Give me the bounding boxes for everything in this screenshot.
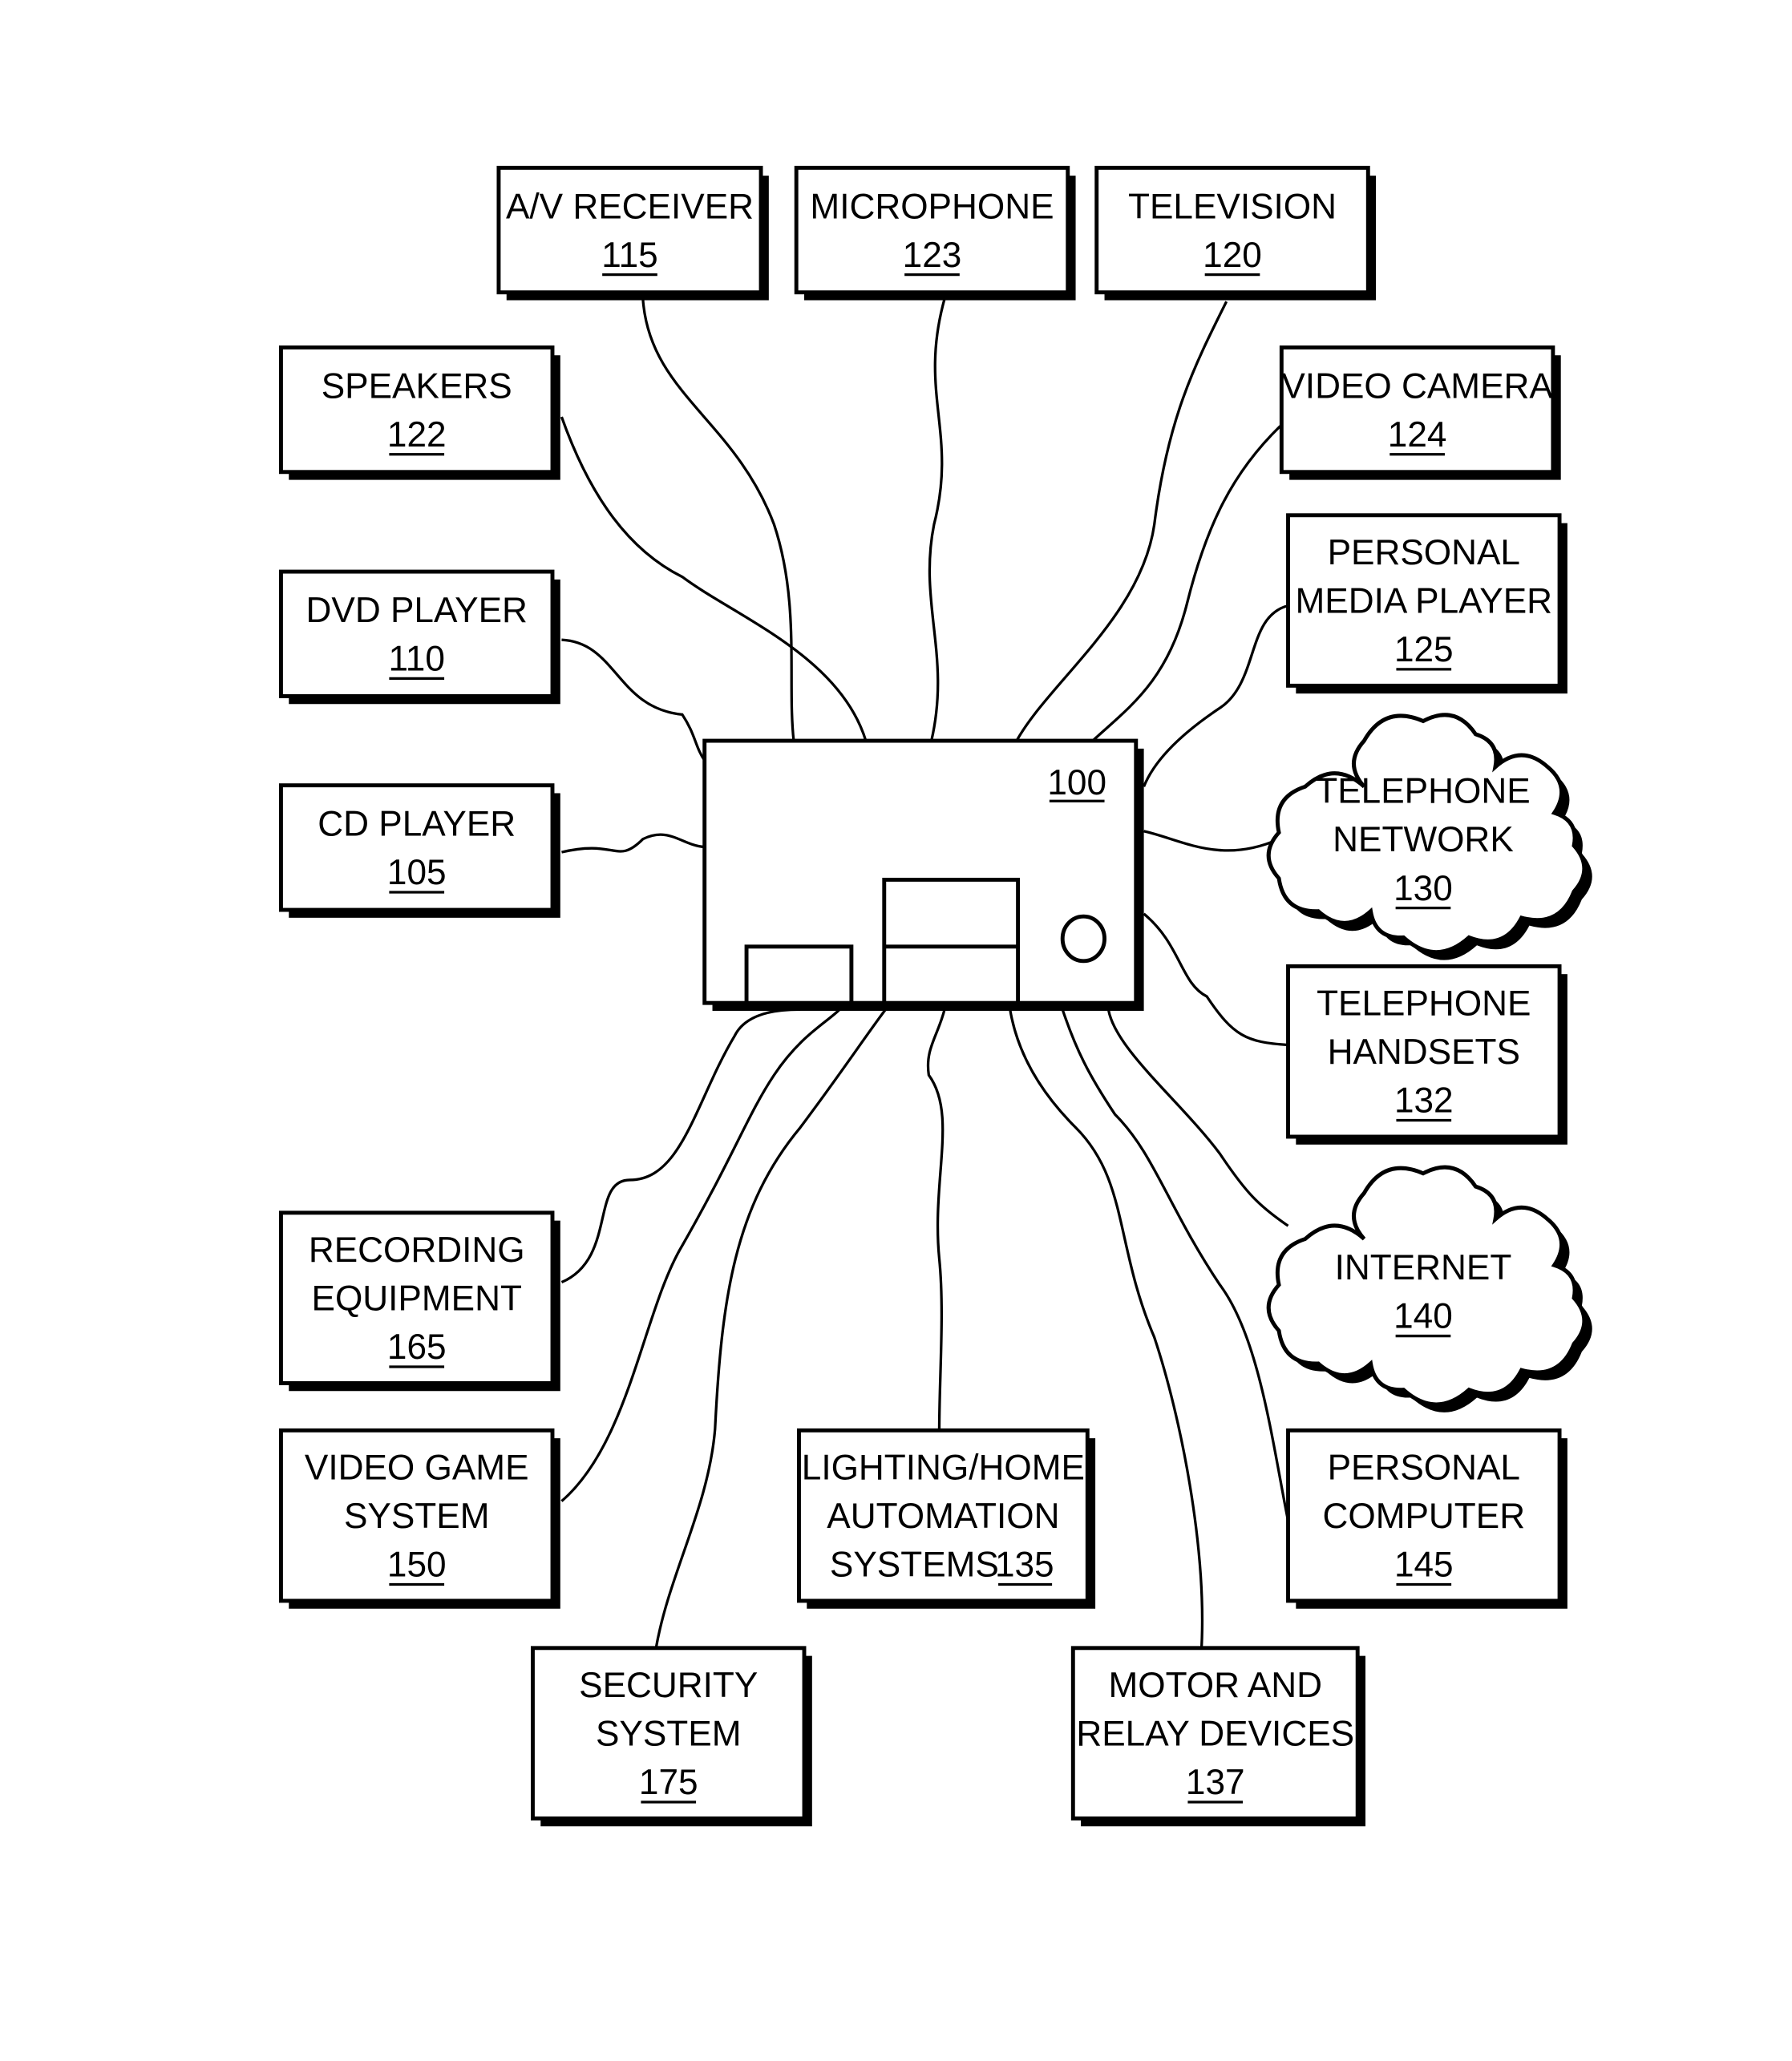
node-label-line: SYSTEM — [596, 1715, 742, 1754]
node-television: TELEVISION 120 — [1094, 165, 1377, 301]
node-ref-number: 122 — [387, 415, 447, 455]
connection-wire — [926, 1008, 946, 1431]
node-label-line: TELEPHONE — [1317, 984, 1531, 1024]
connection-wire — [561, 833, 705, 854]
node-label-line: SYSTEMS — [830, 1546, 999, 1585]
connection-wire — [928, 298, 946, 742]
connection-wire — [1143, 912, 1288, 1047]
node-label-line: MEDIA PLAYER — [1296, 582, 1553, 621]
node-label-line: VIDEO GAME — [305, 1449, 529, 1488]
node-label-line: AUTOMATION — [827, 1497, 1059, 1536]
connection-wire — [1091, 425, 1281, 742]
node-label-line: SPEAKERS — [322, 366, 512, 406]
node-label-line: MOTOR AND — [1108, 1666, 1322, 1705]
node-ref-number: 165 — [387, 1328, 447, 1367]
node-ref-number: 124 — [1388, 415, 1447, 455]
node-telephone-handsets: TELEPHONE HANDSETS 132 — [1286, 964, 1567, 1145]
node-speakers: SPEAKERS 122 — [278, 345, 560, 480]
connection-wire — [1061, 1008, 1290, 1522]
node-label-line: EQUIPMENT — [312, 1279, 522, 1319]
node-ref-number: 137 — [1186, 1763, 1245, 1802]
connection-wire — [561, 638, 706, 762]
node-video-game-system: VIDEO GAME SYSTEM 150 — [278, 1428, 560, 1609]
node-lighting-home-automation: LIGHTING/HOME AUTOMATION SYSTEMS135 — [797, 1428, 1096, 1609]
node-label-line: A/V RECEIVER — [506, 187, 754, 226]
node-label-line: PERSONAL — [1328, 533, 1520, 572]
node-cd-player: CD PLAYER 105 — [278, 783, 560, 918]
node-ref-number: 130 — [1394, 869, 1453, 908]
node-ref-number: 105 — [387, 853, 447, 892]
node-telephone-network: TELEPHONE NETWORK 130 — [1266, 713, 1592, 960]
connection-wire — [560, 416, 868, 742]
node-label-line: LIGHTING/HOME — [802, 1449, 1085, 1488]
node-ref-number: 140 — [1394, 1297, 1453, 1336]
node-label-line: HANDSETS — [1328, 1033, 1520, 1072]
node-ref-number: 120 — [1203, 236, 1262, 275]
node-security-system: SECURITY SYSTEM 175 — [531, 1646, 812, 1827]
central-device-ref: 100 — [1047, 763, 1106, 802]
node-label-line: RELAY DEVICES — [1076, 1715, 1354, 1754]
node-ref-number: 150 — [387, 1546, 447, 1585]
connection-wire — [641, 298, 795, 742]
connection-wire — [1143, 604, 1288, 787]
node-label-line: SYSTEM — [344, 1497, 490, 1536]
node-ref-number: 175 — [639, 1763, 698, 1802]
node-label-line: VIDEO CAMERA — [1281, 366, 1553, 406]
connection-wire — [1015, 301, 1228, 742]
node-label-line: TELEVISION — [1128, 187, 1337, 226]
node-recording-equipment: RECORDING EQUIPMENT 165 — [278, 1210, 560, 1392]
node-label-line: SECURITY — [579, 1666, 758, 1705]
node-motor-relay-devices: MOTOR AND RELAY DEVICES 137 — [1070, 1646, 1366, 1827]
connected-devices-diagram: 100 A/V RECEIVER 115 MICROPHONE 123 TELEVISI… — [278, 165, 1592, 1827]
connection-wire — [1143, 830, 1280, 852]
node-ref-number: 115 — [601, 236, 657, 275]
device-power-button-icon — [1060, 914, 1106, 964]
node-ref-number: 135 — [995, 1546, 1054, 1585]
node-ref-number: 145 — [1394, 1546, 1454, 1585]
node-label-line: DVD PLAYER — [306, 591, 528, 630]
node-ref-number: 110 — [389, 640, 445, 679]
node-label-line: PERSONAL — [1328, 1449, 1520, 1488]
node-personal-computer: PERSONAL COMPUTER 145 — [1286, 1428, 1567, 1609]
node-ref-number: 125 — [1394, 630, 1454, 669]
device-slot-stack — [882, 877, 1021, 1005]
node-dvd-player: DVD PLAYER 110 — [278, 569, 560, 705]
node-label-line: COMPUTER — [1322, 1497, 1525, 1536]
connection-wire — [560, 1008, 801, 1284]
node-label-line: TELEPHONE — [1316, 772, 1530, 811]
node-microphone: MICROPHONE 123 — [794, 165, 1076, 301]
node-video-camera: VIDEO CAMERA 124 — [1279, 345, 1561, 480]
node-label-line: INTERNET — [1335, 1248, 1512, 1287]
device-slot-left — [744, 944, 854, 1005]
central-device: 100 — [702, 738, 1144, 1011]
node-label-line: NETWORK — [1333, 820, 1514, 859]
connection-wire — [560, 1008, 841, 1502]
node-label-line: RECORDING — [309, 1231, 525, 1270]
node-personal-media-player: PERSONAL MEDIA PLAYER 125 — [1286, 513, 1567, 694]
node-label-line: CD PLAYER — [318, 805, 516, 844]
node-ref-number: 123 — [903, 236, 962, 275]
node-internet: INTERNET 140 — [1266, 1165, 1592, 1412]
node-ref-number: 132 — [1394, 1081, 1454, 1121]
node-label-line: MICROPHONE — [810, 187, 1054, 226]
node-av-receiver: A/V RECEIVER 115 — [496, 165, 769, 301]
